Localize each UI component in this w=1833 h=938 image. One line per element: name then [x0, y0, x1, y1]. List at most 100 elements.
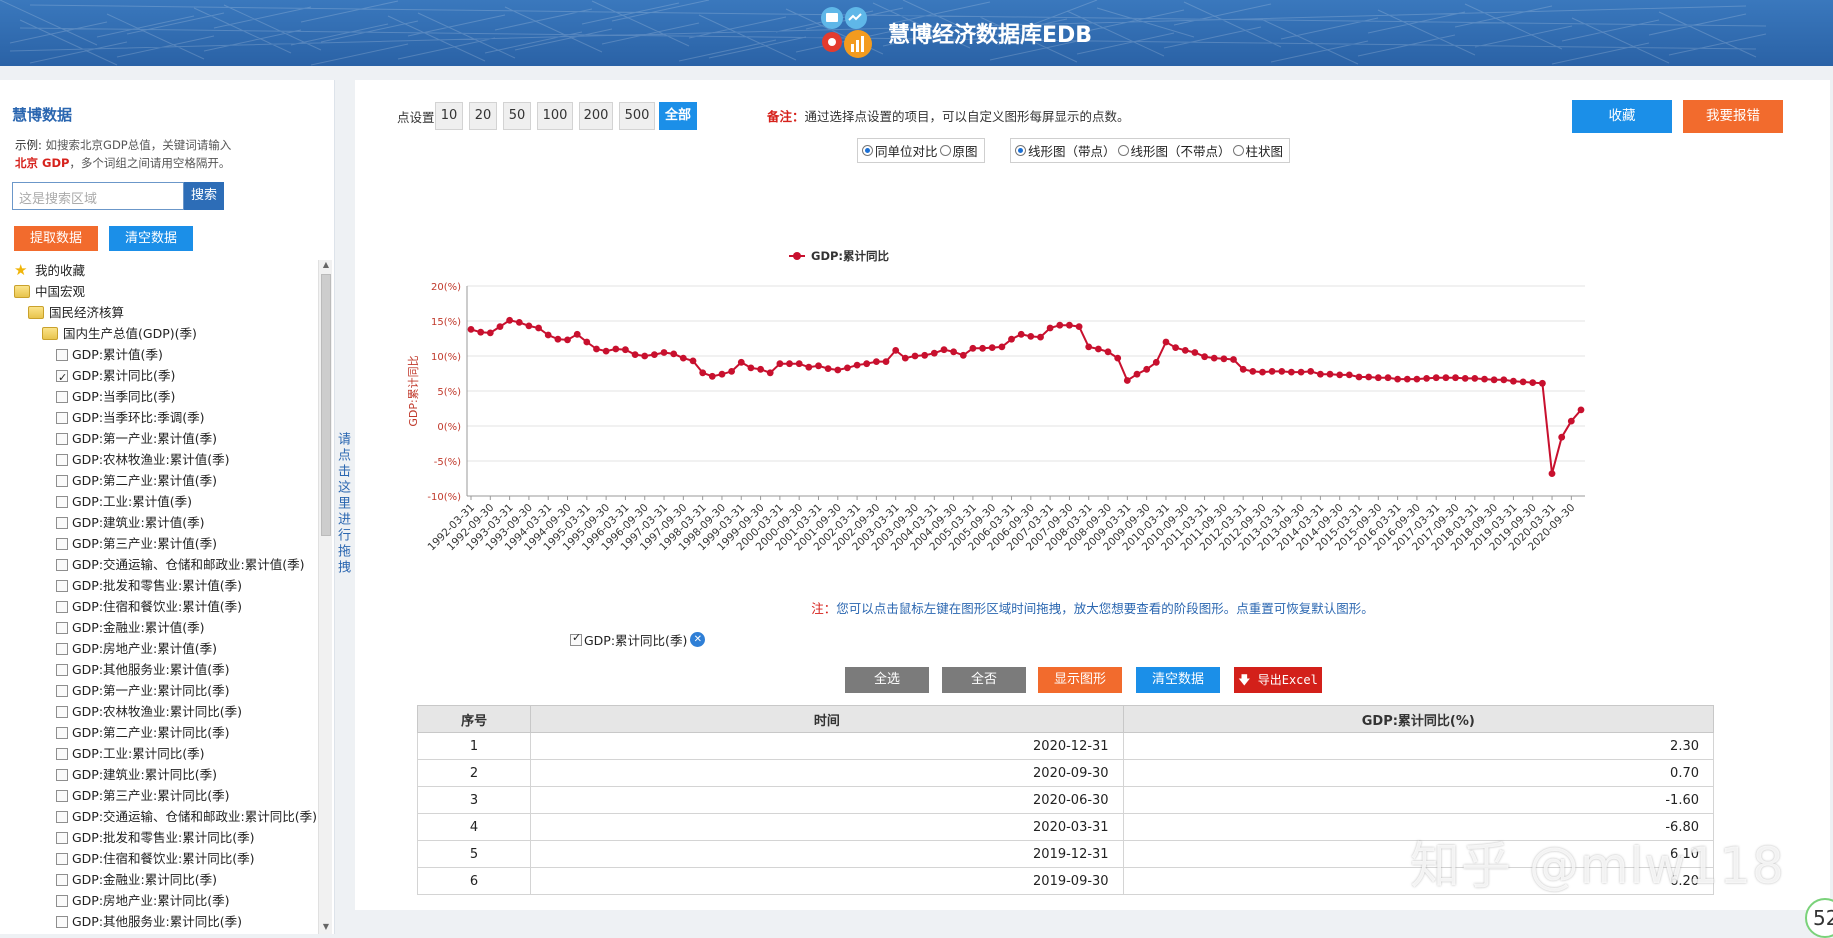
tree-item[interactable]: GDP:其他服务业:累计同比(季)	[14, 911, 319, 932]
tree-checkbox[interactable]	[56, 495, 68, 508]
tree-item[interactable]: GDP:第二产业:累计同比(季)	[14, 722, 319, 743]
tree-item[interactable]: 国民经济核算	[14, 302, 319, 323]
clear-table-button[interactable]: 清空数据	[1136, 667, 1220, 693]
tree-item[interactable]: GDP:第三产业:累计值(季)	[14, 533, 319, 554]
tree-checkbox[interactable]	[56, 768, 68, 781]
tree-item[interactable]: GDP:房地产业:累计值(季)	[14, 638, 319, 659]
tree-checkbox[interactable]	[56, 390, 68, 403]
tree-checkbox[interactable]	[56, 642, 68, 655]
favorite-button[interactable]: 收藏	[1572, 100, 1672, 133]
tree-item[interactable]: GDP:农林牧渔业:累计值(季)	[14, 449, 319, 470]
tree-checkbox[interactable]	[56, 367, 68, 388]
show-chart-button[interactable]: 显示图形	[1038, 667, 1122, 693]
tree-checkbox[interactable]	[56, 915, 68, 928]
fetch-data-button[interactable]: 提取数据	[14, 226, 98, 251]
tree-checkbox[interactable]	[56, 831, 68, 844]
tree-item[interactable]: GDP:建筑业:累计同比(季)	[14, 764, 319, 785]
tree-checkbox[interactable]	[56, 474, 68, 487]
tree-checkbox[interactable]	[56, 684, 68, 697]
tree-item[interactable]: GDP:房地产业:累计同比(季)	[14, 890, 319, 911]
tree-checkbox[interactable]	[56, 873, 68, 886]
points-20-button[interactable]: 20	[469, 102, 497, 130]
radio-button[interactable]	[1015, 145, 1026, 156]
gdp-line-chart[interactable]: 20(%) 15(%) 10(%) 5(%) 0(%) -5(%) -10(%) GDP:累计…	[385, 190, 1765, 610]
tree-item[interactable]: 中国宏观	[14, 281, 319, 302]
tree-item[interactable]: GDP:建筑业:累计值(季)	[14, 512, 319, 533]
tree-item[interactable]: GDP:当季同比(季)	[14, 386, 319, 407]
table-cell: 5	[416, 840, 532, 868]
tree-item[interactable]: 国内生产总值(GDP)(季)	[14, 323, 319, 344]
remove-series-icon[interactable]: ✕	[690, 632, 706, 647]
tree-checkbox[interactable]	[56, 789, 68, 802]
tree-checkbox[interactable]	[56, 663, 68, 676]
radio-button[interactable]	[1232, 145, 1244, 156]
tree-checkbox[interactable]	[56, 579, 68, 592]
tree-checkbox[interactable]	[56, 621, 68, 634]
tree-checkbox[interactable]	[56, 600, 68, 613]
tree-item[interactable]: GDP:累计值(季)	[14, 344, 319, 365]
search-input[interactable]: 这是搜索区域	[12, 182, 184, 210]
radio-button[interactable]	[939, 145, 951, 156]
report-error-button[interactable]: 我要报错	[1683, 100, 1783, 133]
radio-button[interactable]	[862, 145, 873, 156]
tree-checkbox[interactable]	[56, 411, 68, 424]
export-excel-button[interactable]: 🡇 导出Excel	[1234, 667, 1322, 693]
scroll-down-icon[interactable]: ▼	[319, 922, 333, 934]
tree-checkbox[interactable]	[56, 432, 68, 445]
tree-checkbox[interactable]	[56, 453, 68, 466]
tree-item[interactable]: GDP:第一产业:累计值(季)	[14, 428, 319, 449]
clear-data-button[interactable]: 清空数据	[109, 226, 193, 251]
tree-item[interactable]: GDP:金融业:累计同比(季)	[14, 869, 319, 890]
tree-item[interactable]: GDP:农林牧渔业:累计同比(季)	[14, 701, 319, 722]
tree-item[interactable]: GDP:第三产业:累计同比(季)	[14, 785, 319, 806]
tree-item[interactable]: GDP:工业:累计同比(季)	[14, 743, 319, 764]
select-none-button[interactable]: 全否	[942, 667, 1026, 693]
points-200-button[interactable]: 200	[579, 102, 613, 130]
points-100-button[interactable]: 100	[537, 102, 573, 130]
tree-checkbox[interactable]	[56, 537, 68, 550]
tree-item[interactable]: ★ 我的收藏	[14, 260, 319, 281]
radio-option[interactable]: 柱状图	[1232, 141, 1283, 160]
radio-option[interactable]: 同单位对比	[862, 141, 938, 160]
sidebar-title: 慧博数据	[12, 106, 73, 124]
tree-item[interactable]: GDP:批发和零售业:累计同比(季)	[14, 827, 319, 848]
search-button[interactable]: 搜索	[184, 182, 224, 210]
tree-checkbox[interactable]	[56, 747, 68, 760]
radio-option[interactable]: 线形图（不带点）	[1117, 141, 1231, 160]
tree-item[interactable]: GDP:住宿和餐饮业:累计同比(季)	[14, 848, 319, 869]
series-toggle[interactable]: GDP:累计同比(季) ✕	[570, 630, 706, 649]
drag-handle-tip[interactable]: 请点击这里进行拖拽	[335, 432, 352, 576]
tree-item[interactable]: GDP:第二产业:累计值(季)	[14, 470, 319, 491]
tree-checkbox[interactable]	[56, 516, 68, 529]
tree-item[interactable]: GDP:累计同比(季)	[14, 365, 319, 388]
tree-item[interactable]: GDP:工业:累计值(季)	[14, 491, 319, 512]
points-50-button[interactable]: 50	[503, 102, 531, 130]
scroll-up-icon[interactable]: ▲	[319, 260, 333, 272]
tree-checkbox[interactable]	[56, 726, 68, 739]
tree-item[interactable]: GDP:批发和零售业:累计值(季)	[14, 575, 319, 596]
points-500-button[interactable]: 500	[619, 102, 655, 130]
radio-button[interactable]	[1117, 145, 1129, 156]
tree-checkbox[interactable]	[56, 852, 68, 865]
tree-checkbox[interactable]	[56, 705, 68, 718]
scroll-thumb[interactable]	[321, 274, 331, 536]
select-all-button[interactable]: 全选	[845, 667, 929, 693]
tree-item[interactable]: GDP:第一产业:累计同比(季)	[14, 680, 319, 701]
tree-checkbox[interactable]	[56, 348, 68, 361]
tree-item[interactable]: GDP:金融业:累计值(季)	[14, 617, 319, 638]
radio-option[interactable]: 线形图（带点）	[1015, 141, 1116, 160]
tree-checkbox[interactable]	[56, 894, 68, 907]
radio-option[interactable]: 原图	[939, 141, 978, 160]
tree-item[interactable]: GDP:交通运输、仓储和邮政业:累计值(季)	[14, 554, 319, 575]
tree-checkbox[interactable]	[56, 558, 68, 571]
points-全部-button[interactable]: 全部	[659, 102, 697, 130]
tree-scrollbar[interactable]: ▲ ▼	[318, 260, 332, 934]
tree-item[interactable]: GDP:当季环比:季调(季)	[14, 407, 319, 428]
points-10-button[interactable]: 10	[435, 102, 463, 130]
tree-item[interactable]: GDP:交通运输、仓储和邮政业:累计同比(季)	[14, 806, 319, 827]
data-point	[1123, 377, 1131, 384]
tree-item[interactable]: GDP:住宿和餐饮业:累计值(季)	[14, 596, 319, 617]
tree-item[interactable]: GDP:其他服务业:累计值(季)	[14, 659, 319, 680]
series-checkbox[interactable]	[570, 631, 582, 646]
tree-checkbox[interactable]	[56, 810, 68, 823]
